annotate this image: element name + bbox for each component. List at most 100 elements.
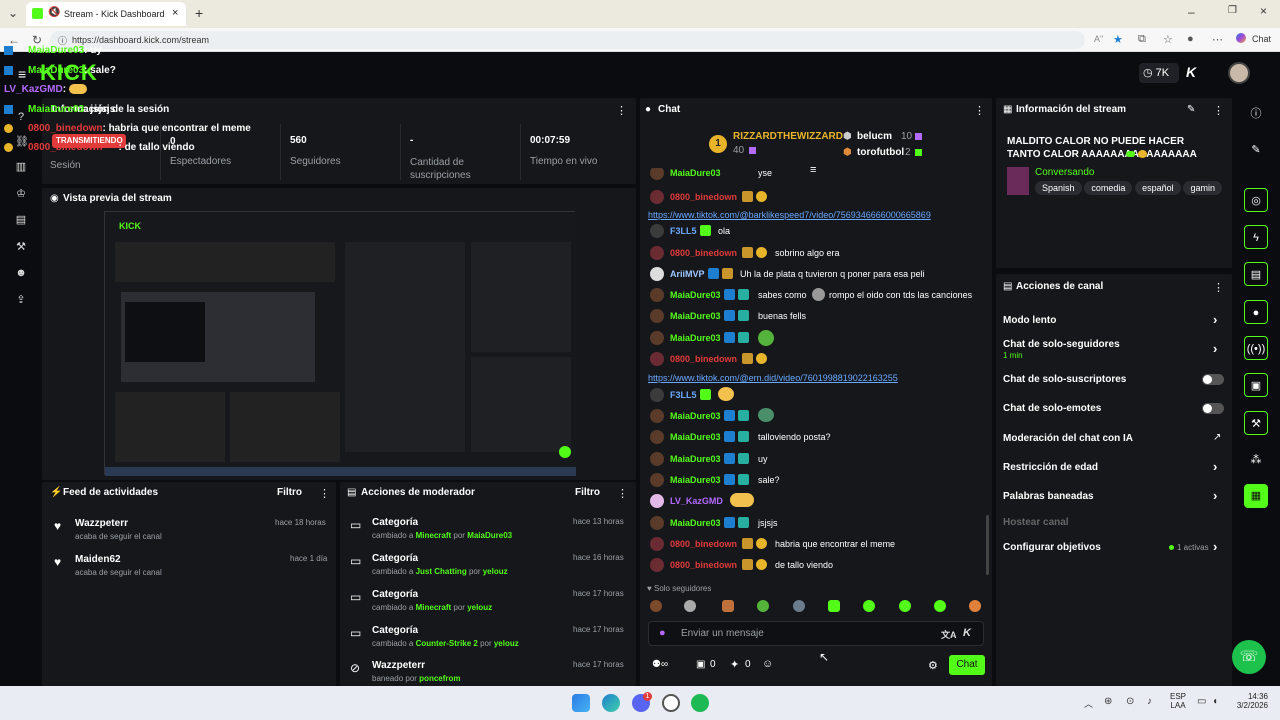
ai-moderation-row[interactable]: Moderación del chat con IA ↗ (1003, 431, 1225, 447)
avatar[interactable] (650, 309, 664, 323)
upload-icon[interactable]: ⇪ (15, 295, 27, 306)
stream-category[interactable]: Conversando (1035, 167, 1094, 178)
stream-info-more-icon[interactable]: ⋮ (1213, 104, 1224, 117)
chat-link[interactable]: https://www.tiktok.com/@ern.did/video/76… (648, 373, 898, 383)
id-card-icon[interactable]: ▤ (15, 215, 27, 226)
language-indicator[interactable]: ESP LAA (1170, 692, 1186, 710)
emote-icon[interactable] (828, 600, 840, 612)
edit-pencil-icon[interactable]: ✎ (1244, 138, 1268, 162)
extensions-icon[interactable]: ⧉ (1138, 33, 1146, 46)
category-thumbnail[interactable] (1007, 167, 1029, 195)
avatar[interactable] (650, 494, 664, 508)
lightning-icon[interactable]: ϟ (1244, 225, 1268, 249)
kick-app-icon[interactable]: ▦ (1244, 484, 1268, 508)
tab-stream-dashboard[interactable]: 🔇 Stream - Kick Dashboard × (26, 2, 186, 26)
translate-icon[interactable]: 文A (941, 628, 957, 641)
send-chat-button[interactable]: Chat (949, 655, 985, 675)
tag[interactable]: comedia (1084, 181, 1133, 195)
avatar[interactable] (650, 516, 664, 530)
activity-more-icon[interactable]: ⋮ (319, 487, 330, 500)
favorites-icon[interactable]: ☆ (1163, 33, 1173, 46)
read-aloud-icon[interactable]: Aʺ (1094, 34, 1103, 44)
emote-icon[interactable] (650, 600, 662, 612)
leaderboard-first-name[interactable]: RIZZARDTHEWIZZARD (733, 131, 843, 142)
wrench-icon[interactable]: ⚒ (1244, 411, 1268, 435)
edge-icon[interactable] (602, 694, 620, 712)
stream-preview-video[interactable]: KICK (104, 211, 576, 476)
avatar[interactable] (650, 537, 664, 551)
tab-close-icon[interactable]: × (172, 7, 178, 19)
tray-icon[interactable]: ⊙ (1126, 696, 1134, 707)
avatar[interactable] (650, 352, 664, 366)
settings-gear-icon[interactable]: ⚙ (928, 659, 938, 672)
slow-mode-row[interactable]: Modo lento › (1003, 312, 1225, 330)
avatar[interactable] (650, 288, 664, 302)
url-field[interactable]: ⓘ https://dashboard.kick.com/stream (50, 31, 1085, 49)
kick-k-icon[interactable]: K (1186, 64, 1196, 80)
chat-icon[interactable]: ● (1244, 300, 1268, 324)
channel-more-icon[interactable]: ⋮ (1213, 281, 1224, 294)
network-icon[interactable]: ▭ (1197, 696, 1206, 707)
microphone-tray-icon[interactable]: ♪ (1147, 696, 1152, 707)
profile-icon[interactable]: ● (1187, 33, 1194, 45)
tray-chevron-icon[interactable]: ︿ (1084, 697, 1093, 710)
avatar[interactable] (650, 331, 664, 345)
emote-icon[interactable] (757, 600, 769, 612)
avatar[interactable] (650, 430, 664, 444)
close-window-icon[interactable]: × (1260, 4, 1267, 18)
kick-emotes-icon[interactable]: K (963, 627, 971, 639)
volume-icon[interactable]: ◖ (1212, 696, 1218, 707)
mod-filter-button[interactable]: Filtro (575, 487, 600, 498)
wrench-icon[interactable]: ⚒ (15, 242, 27, 253)
emote-icon[interactable] (793, 600, 805, 612)
inbox-icon[interactable]: ▣ (696, 659, 705, 670)
document-icon[interactable]: ▤ (1244, 262, 1268, 286)
tag[interactable]: gamin (1183, 181, 1222, 195)
emotes-only-toggle[interactable] (1202, 403, 1224, 414)
broadcast-icon[interactable]: ((•)) (1244, 336, 1268, 360)
mod-view-icon[interactable]: ▣ (1244, 373, 1268, 397)
avatar[interactable] (650, 473, 664, 487)
emote-icon[interactable] (934, 600, 946, 612)
tab-list-icon[interactable]: ⌄ (8, 6, 18, 20)
tag[interactable]: español (1135, 181, 1181, 195)
speaker-muted-icon[interactable]: 🔇 (48, 7, 60, 18)
minimize-icon[interactable]: – (1188, 5, 1195, 19)
avatar[interactable] (650, 168, 664, 180)
users-icon[interactable]: ☻ (15, 268, 27, 279)
avatar[interactable] (650, 409, 664, 423)
chat-button[interactable]: Chat (1252, 34, 1271, 44)
emote-icon[interactable] (969, 600, 981, 612)
copilot-icon[interactable] (1236, 33, 1246, 43)
activity-filter-button[interactable]: Filtro (277, 487, 302, 498)
chat-more-icon[interactable]: ⋮ (974, 104, 985, 117)
emote-icon[interactable] (684, 600, 696, 612)
chat-input[interactable]: ● Enviar un mensaje 文A K (648, 621, 984, 646)
activity-user[interactable]: Wazzpeterr (75, 518, 128, 529)
avatar[interactable] (650, 190, 664, 204)
subscribers-only-toggle[interactable] (1202, 374, 1224, 385)
restore-icon[interactable]: ❐ (1228, 5, 1237, 16)
trophy-icon[interactable]: ♔ (15, 189, 27, 200)
emote-icon[interactable] (863, 600, 875, 612)
mod-more-icon[interactable]: ⋮ (617, 487, 628, 500)
support-headset-icon[interactable]: ☏ (1232, 640, 1266, 674)
new-tab-icon[interactable]: + (195, 5, 203, 21)
leaderboard-second-name[interactable]: belucm (857, 131, 892, 142)
goals-row[interactable]: Configurar objetivos 1 activas › (1003, 539, 1225, 557)
avatar[interactable] (650, 267, 664, 281)
obs-icon[interactable] (662, 694, 680, 712)
avatar[interactable] (650, 558, 664, 572)
followers-only-row[interactable]: Chat de solo-seguidores 1 min › (1003, 339, 1225, 363)
spotify-icon[interactable] (691, 694, 709, 712)
chart-icon[interactable]: ▥ (15, 162, 27, 173)
tray-icon[interactable]: ⊛ (1104, 696, 1112, 707)
session-more-icon[interactable]: ⋮ (616, 104, 627, 117)
microphone-icon[interactable]: ● (659, 627, 666, 639)
emote-icon[interactable] (722, 600, 734, 612)
avatar[interactable] (650, 388, 664, 402)
start-icon[interactable] (572, 694, 590, 712)
user-avatar[interactable] (1228, 62, 1250, 84)
leaderboard-third-name[interactable]: torofutbol (857, 147, 904, 158)
activity-user[interactable]: Maiden62 (75, 554, 121, 565)
